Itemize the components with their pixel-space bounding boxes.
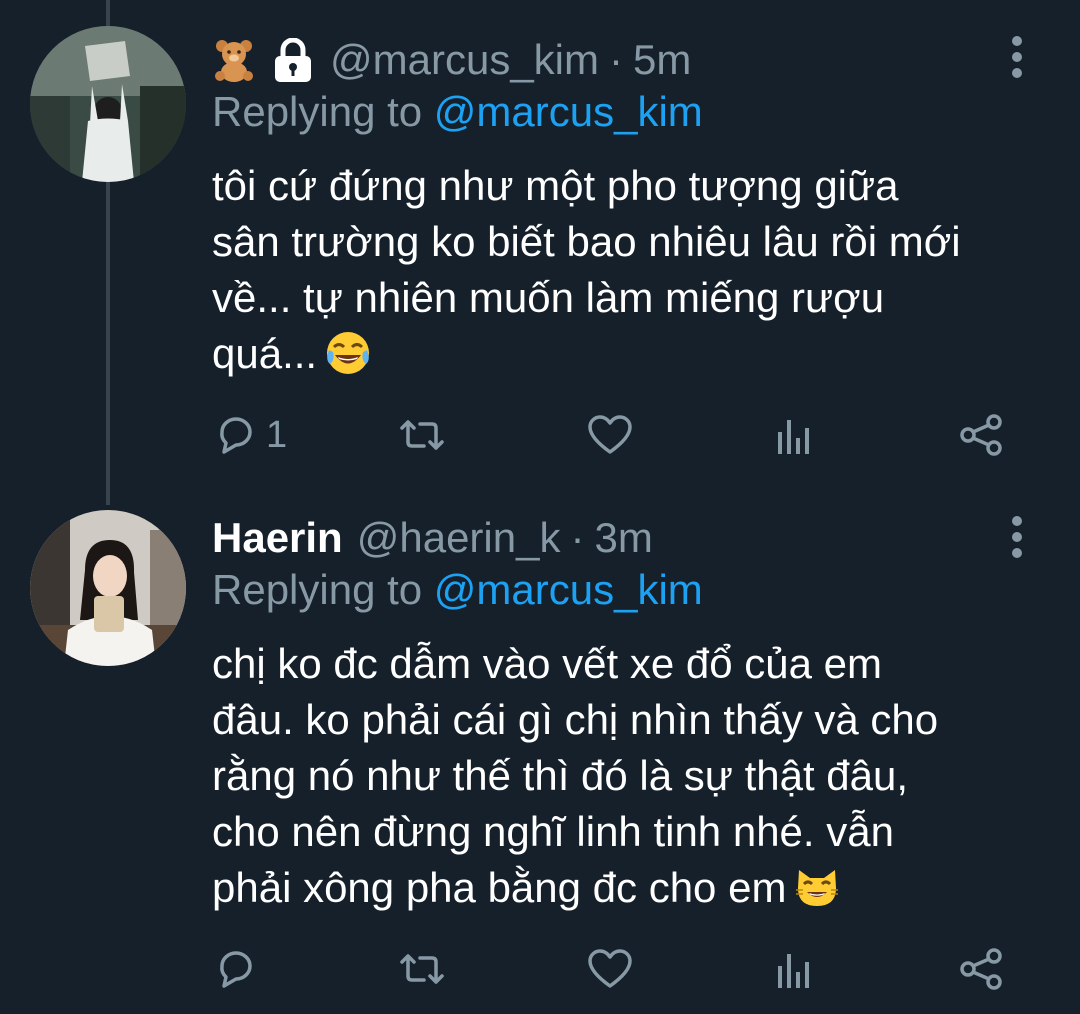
tweet-text-line: chị ko đc dẫm vào vết xe đổ của em xyxy=(212,640,883,687)
reply-count: 1 xyxy=(266,413,288,456)
tweet-text-line: cho nên đừng nghĩ linh tinh nhé. vẫn xyxy=(212,808,894,855)
share-icon xyxy=(960,414,1002,456)
like-button[interactable] xyxy=(586,410,642,460)
tweet-actions xyxy=(212,944,1022,994)
replying-to-handle-link[interactable]: @marcus_kim xyxy=(434,566,703,613)
tweet-timestamp[interactable]: 3m xyxy=(594,514,652,562)
more-options-icon[interactable] xyxy=(1002,512,1032,562)
share-button[interactable] xyxy=(958,410,1004,460)
retweet-icon xyxy=(400,420,444,450)
header-separator: · xyxy=(609,36,624,83)
tweet-text: chị ko đc dẫm vào vết xe đổ của em đâu. … xyxy=(212,636,1032,924)
replying-label: Replying to xyxy=(212,566,423,613)
tweet-text: tôi cứ đứng như một pho tượng giữa sân t… xyxy=(212,158,1032,390)
avatar-photo xyxy=(30,26,186,182)
analytics-icon xyxy=(778,420,809,454)
share-icon xyxy=(960,948,1002,990)
like-button[interactable] xyxy=(586,944,642,994)
user-handle[interactable]: @haerin_k xyxy=(357,514,561,562)
grinning-cat-emoji xyxy=(794,864,840,924)
user-handle[interactable]: @marcus_kim xyxy=(330,36,599,84)
reply-button[interactable] xyxy=(212,944,266,994)
header-separator: · xyxy=(570,514,585,561)
tweet-text-line-last: phải xông pha bằng đc cho em xyxy=(212,860,1032,924)
tweet-text-line-last: quá... xyxy=(212,326,1032,390)
tweet-text-line: tôi cứ đứng như một pho tượng giữa xyxy=(212,162,899,209)
tweet-text-line: đâu. ko phải cái gì chị nhìn thấy và cho xyxy=(212,696,939,743)
retweet-icon xyxy=(400,954,444,984)
replying-to-line: Replying to @marcus_kim xyxy=(212,88,703,136)
avatar-photo xyxy=(30,510,186,666)
tweet-text-line: sân trường ko biết bao nhiêu lâu rồi mới xyxy=(212,218,961,265)
tweet-header: @marcus_kim · 5m xyxy=(212,30,990,90)
analytics-icon xyxy=(778,954,809,988)
reply-icon xyxy=(220,417,252,454)
like-icon xyxy=(588,949,632,988)
reply-button[interactable]: 1 xyxy=(212,410,287,460)
teddy-bear-emoji xyxy=(212,38,256,82)
like-icon xyxy=(588,415,632,454)
replying-to-handle-link[interactable]: @marcus_kim xyxy=(434,88,703,135)
tweet-text-line: về... tự nhiên muốn làm miếng rượu xyxy=(212,274,885,321)
tweet-header: Haerin @haerin_k · 3m xyxy=(212,508,990,568)
locked-account-icon xyxy=(270,38,316,82)
replying-label: Replying to xyxy=(212,88,423,135)
tweet-actions: 1 xyxy=(212,410,1022,460)
analytics-button[interactable] xyxy=(774,410,814,460)
avatar-marcus[interactable] xyxy=(30,26,186,182)
tweet-timestamp[interactable]: 5m xyxy=(633,36,691,84)
avatar-haerin[interactable] xyxy=(30,510,186,666)
retweet-button[interactable] xyxy=(396,944,456,994)
face-with-tears-of-joy-emoji xyxy=(325,330,371,390)
reply-icon xyxy=(220,951,252,988)
more-options-icon[interactable] xyxy=(1002,32,1032,82)
replying-to-line: Replying to @marcus_kim xyxy=(212,566,703,614)
share-button[interactable] xyxy=(958,944,1004,994)
analytics-button[interactable] xyxy=(774,944,814,994)
tweet-reply-1[interactable]: @marcus_kim · 5m Replying to @marcus_kim… xyxy=(0,0,1080,500)
user-display-name[interactable]: Haerin xyxy=(212,514,343,562)
tweet-reply-2[interactable]: Haerin @haerin_k · 3m Replying to @marcu… xyxy=(0,500,1080,1014)
retweet-button[interactable] xyxy=(396,410,456,460)
tweet-text-line: rằng nó như thế thì đó là sự thật đâu, xyxy=(212,752,909,799)
